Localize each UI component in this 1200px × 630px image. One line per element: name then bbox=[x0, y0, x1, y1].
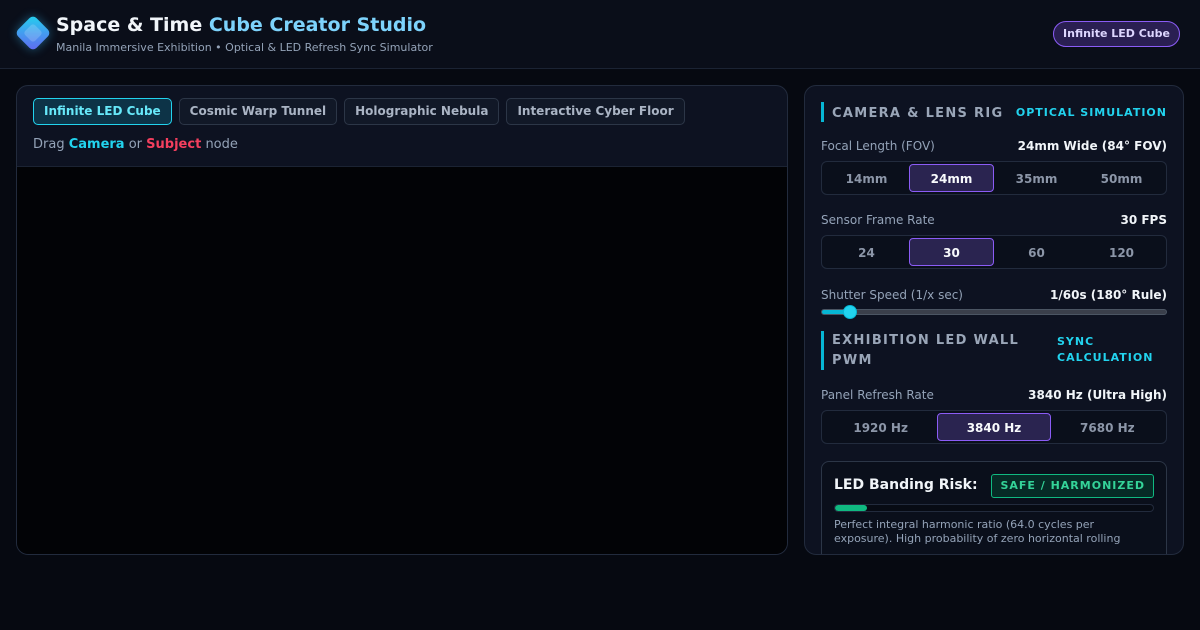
frame-rate-label: Sensor Frame Rate bbox=[821, 213, 935, 227]
fps-option-30[interactable]: 30 bbox=[909, 238, 994, 266]
scene-panel: Infinite LED Cube Cosmic Warp Tunnel Hol… bbox=[16, 85, 788, 555]
app-title: Space & Time Cube Creator Studio bbox=[56, 14, 426, 36]
fps-option-60[interactable]: 60 bbox=[994, 238, 1079, 266]
led-wall-header: EXHIBITION LED WALL PWM SYNC CALCULATION bbox=[821, 331, 1167, 370]
shutter-speed-slider[interactable] bbox=[821, 305, 1167, 319]
app-title-accent: Cube Creator Studio bbox=[208, 14, 427, 36]
banding-risk-description: Perfect integral harmonic ratio (64.0 cy… bbox=[834, 518, 1121, 545]
banding-risk-meter bbox=[834, 504, 1154, 512]
banding-risk-fill bbox=[835, 505, 867, 511]
focal-option-14mm[interactable]: 14mm bbox=[824, 164, 909, 192]
settings-panel: CAMERA & LENS RIG OPTICAL SIMULATION Foc… bbox=[804, 85, 1184, 555]
shutter-speed-label: Shutter Speed (1/x sec) bbox=[821, 288, 963, 302]
shutter-speed-value: 1/60s (180° Rule) bbox=[1050, 288, 1167, 302]
banding-risk-card: LED Banding Risk: SAFE / HARMONIZED Perf… bbox=[821, 461, 1167, 554]
tab-infinite-led-cube[interactable]: Infinite LED Cube bbox=[33, 98, 172, 125]
focal-length-value: 24mm Wide (84° FOV) bbox=[1017, 139, 1167, 153]
refresh-rate-label: Panel Refresh Rate bbox=[821, 388, 934, 402]
led-wall-title: EXHIBITION LED WALL PWM bbox=[832, 333, 1020, 368]
focal-option-24mm[interactable]: 24mm bbox=[909, 164, 994, 192]
scene-tabs: Infinite LED Cube Cosmic Warp Tunnel Hol… bbox=[33, 98, 685, 125]
refresh-option-1920[interactable]: 1920 Hz bbox=[824, 413, 937, 441]
shutter-slider-thumb[interactable] bbox=[842, 305, 857, 319]
focal-length-selector: 14mm 24mm 35mm 50mm bbox=[821, 161, 1167, 195]
frame-rate-value: 30 FPS bbox=[1120, 213, 1167, 227]
optical-simulation-tag: OPTICAL SIMULATION bbox=[1015, 106, 1167, 119]
tab-interactive-cyber-floor[interactable]: Interactive Cyber Floor bbox=[506, 98, 685, 125]
refresh-option-7680[interactable]: 7680 Hz bbox=[1051, 413, 1164, 441]
banding-risk-title: LED Banding Risk: bbox=[834, 477, 978, 493]
fps-option-24[interactable]: 24 bbox=[824, 238, 909, 266]
hint-suffix: node bbox=[205, 137, 238, 152]
app-subtitle: Manila Immersive Exhibition • Optical & … bbox=[56, 41, 433, 54]
hint-camera: Camera bbox=[68, 137, 125, 152]
hint-or: or bbox=[128, 137, 143, 152]
focal-option-35mm[interactable]: 35mm bbox=[994, 164, 1079, 192]
refresh-rate-value: 3840 Hz (Ultra High) bbox=[1028, 388, 1167, 402]
camera-rig-header: CAMERA & LENS RIG OPTICAL SIMULATION bbox=[821, 102, 1167, 122]
sync-calculation-tag: SYNC CALCULATION bbox=[1057, 335, 1154, 364]
active-mode-badge: Infinite LED Cube bbox=[1053, 21, 1180, 47]
fps-option-120[interactable]: 120 bbox=[1079, 238, 1164, 266]
frame-rate-selector: 24 30 60 120 bbox=[821, 235, 1167, 269]
camera-rig-title: CAMERA & LENS RIG bbox=[832, 106, 1004, 121]
app-header: Space & Time Cube Creator Studio Manila … bbox=[0, 0, 1200, 69]
focal-length-label: Focal Length (FOV) bbox=[821, 139, 935, 153]
hint-prefix: Drag bbox=[33, 137, 65, 152]
refresh-rate-selector: 1920 Hz 3840 Hz 7680 Hz bbox=[821, 410, 1167, 444]
tab-cosmic-warp-tunnel[interactable]: Cosmic Warp Tunnel bbox=[178, 98, 338, 125]
cube-logo-icon bbox=[14, 14, 52, 52]
banding-status-badge: SAFE / HARMONIZED bbox=[991, 474, 1154, 498]
tab-holographic-nebula[interactable]: Holographic Nebula bbox=[344, 98, 500, 125]
hint-subject: Subject bbox=[146, 137, 202, 152]
scene-viewport[interactable] bbox=[17, 166, 787, 554]
focal-option-50mm[interactable]: 50mm bbox=[1079, 164, 1164, 192]
app-title-main: Space & Time bbox=[56, 14, 203, 36]
drag-hint: Drag Camera or Subject node bbox=[33, 137, 238, 152]
refresh-option-3840[interactable]: 3840 Hz bbox=[937, 413, 1051, 441]
